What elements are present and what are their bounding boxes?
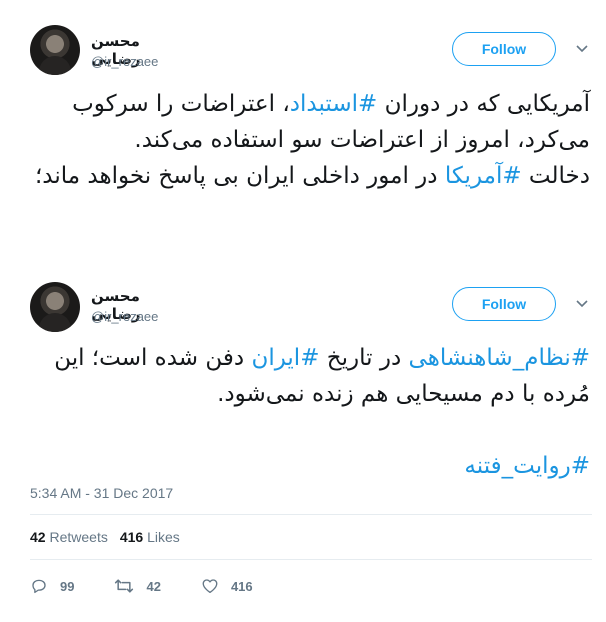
likes-label: Likes [147,529,180,545]
tweet-2: محسن رضایی @ir_rezaee Follow #نظام_شاهنش… [0,262,606,622]
reply-button[interactable]: 99 [30,577,74,595]
divider [30,559,592,560]
follow-button[interactable]: Follow [452,32,556,66]
tweet-1: محسن رضایی @ir_rezaee Follow آمریکایی که… [0,0,606,262]
retweets-count: 42 [30,529,46,545]
tweet-text: آمریکایی که در دوران #استبداد، اعتراضات … [30,86,590,194]
retweets-stat[interactable]: 42 Retweets [30,529,108,545]
likes-count: 416 [119,529,144,545]
tweet-text-segment: آمریکایی که در دوران [377,91,590,117]
follow-button[interactable]: Follow [452,287,556,321]
retweet-icon [115,579,134,593]
like-count: 416 [230,578,253,594]
chevron-down-icon[interactable] [575,42,589,56]
tweet-actions: 99 42 416 [30,575,293,597]
divider [30,514,592,515]
hashtag-link[interactable]: #استبداد [290,91,378,117]
hashtag-link[interactable]: #نظام_شاهنشاهی [409,345,590,371]
tweet-text-segment: در تاریخ [319,345,409,371]
author-handle[interactable]: @ir_rezaee [91,54,158,69]
heart-icon [202,579,218,594]
avatar[interactable] [30,282,80,332]
reply-count: 99 [60,578,75,594]
likes-stat[interactable]: 416 Likes [120,529,180,545]
chevron-down-icon[interactable] [575,297,589,311]
retweet-button[interactable]: 42 [114,577,161,595]
tweet-stats: 42 Retweets 416 Likes [30,529,180,545]
retweets-label: Retweets [49,529,108,545]
hashtag-link[interactable]: #آمریکا [445,163,522,189]
tweet-text-segment: در امور داخلی ایران بی پاسخ نخواهد ماند؛ [34,163,445,189]
hashtag-link[interactable]: #روایت_فتنه [464,453,590,479]
reply-icon [32,579,46,594]
tweet-timestamp[interactable]: 5:34 AM - 31 Dec 2017 [30,485,173,501]
retweet-count: 42 [146,578,161,594]
author-handle[interactable]: @ir_rezaee [91,309,158,324]
avatar[interactable] [30,25,80,75]
like-button[interactable]: 416 [201,577,253,595]
hashtag-link[interactable]: #ایران [251,345,319,371]
tweet-text: #نظام_شاهنشاهی در تاریخ #ایران دفن شده ا… [30,340,590,484]
